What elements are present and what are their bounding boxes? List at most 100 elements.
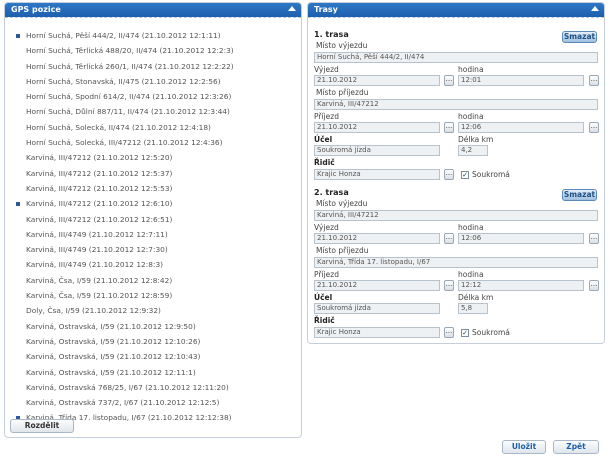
arrival-date-field[interactable]: 21.10.2012 xyxy=(314,280,440,291)
gps-position-text: Karviná, III/4749 (21.10.2012 12:8:3) xyxy=(26,260,164,270)
gps-position-item[interactable]: Horní Suchá, Důlní 887/11, II/474 (21.10… xyxy=(5,104,301,119)
departure-place-label: Místo výjezdu xyxy=(316,41,368,50)
purpose-field[interactable]: Soukromá jízda xyxy=(314,303,440,314)
gps-position-text: Horní Suchá, Spodní 614/2, II/474 (21.10… xyxy=(26,92,232,102)
driver-field[interactable]: Krajic Honza xyxy=(314,327,440,338)
gps-position-item[interactable]: Horní Suchá, Těrlická 260/1, II/474 (21.… xyxy=(5,59,301,74)
date-picker-button[interactable]: ... xyxy=(444,122,454,133)
gps-position-text: Karviná, III/47212 (21.10.2012 12:6:10) xyxy=(26,199,173,209)
purpose-field[interactable]: Soukromá jízda xyxy=(314,145,440,156)
arrival-date-field[interactable]: 21.10.2012 xyxy=(314,122,440,133)
arrival-place-label: Místo příjezdu xyxy=(316,88,369,97)
length-label: Délka km xyxy=(458,135,494,144)
gps-position-item[interactable]: Karviná, Ostravská, I/59 (21.10.2012 12:… xyxy=(5,334,301,349)
gps-position-item[interactable]: Horní Suchá, Solecká, III/47212 (21.10.2… xyxy=(5,135,301,150)
gps-position-item[interactable]: Doly, Čsa, I/59 (21.10.2012 12:9:32) xyxy=(5,303,301,318)
gps-position-text: Karviná, Ostravská 737/2, I/67 (21.10.20… xyxy=(26,398,220,408)
gps-panel-header: GPS pozice xyxy=(5,3,301,17)
route-title: 1. trasa xyxy=(314,30,349,39)
gps-position-item[interactable]: Karviná, III/47212 (21.10.2012 12:5:37) xyxy=(5,166,301,181)
purpose-label: Účel xyxy=(314,293,333,302)
departure-date-field[interactable]: 21.10.2012 xyxy=(314,75,440,86)
driver-picker-button[interactable]: ... xyxy=(444,327,454,338)
gps-position-item[interactable]: Karviná, III/4749 (21.10.2012 12:7:30) xyxy=(5,242,301,257)
gps-list: Horní Suchá, Pěší 444/2, II/474 (21.10.2… xyxy=(5,28,301,426)
driver-field[interactable]: Krajic Honza xyxy=(314,169,440,180)
gps-position-item[interactable]: Karviná, III/47212 (21.10.2012 12:6:51) xyxy=(5,212,301,227)
save-button[interactable]: Uložit xyxy=(502,440,546,454)
departure-label: Výjezd xyxy=(314,223,339,232)
gps-position-item[interactable]: Karviná, III/4749 (21.10.2012 12:7:11) xyxy=(5,227,301,242)
gps-position-text: Karviná, Čsa, I/59 (21.10.2012 12:8:59) xyxy=(26,291,173,301)
split-button[interactable]: Rozdělit xyxy=(10,419,74,433)
arrival-hour-field[interactable]: 12:06 xyxy=(458,122,584,133)
driver-label: Řidič xyxy=(314,158,335,167)
departure-hour-field[interactable]: 12:01 xyxy=(458,75,584,86)
gps-position-text: Karviná, Ostravská, I/59 (21.10.2012 12:… xyxy=(26,367,196,377)
gps-position-text: Karviná, Ostravská, I/59 (21.10.2012 12:… xyxy=(26,336,201,346)
delete-route-button[interactable]: Smazat xyxy=(562,189,597,201)
gps-position-item[interactable]: Karviná, Ostravská, I/59 (21.10.2012 12:… xyxy=(5,319,301,334)
gps-position-item[interactable]: Karviná, Ostravská, I/59 (21.10.2012 12:… xyxy=(5,349,301,364)
driver-picker-button[interactable]: ... xyxy=(444,169,454,180)
gps-position-item[interactable]: Karviná, III/47212 (21.10.2012 12:6:10) xyxy=(5,196,301,211)
collapse-icon[interactable] xyxy=(591,6,599,11)
departure-date-field[interactable]: 21.10.2012 xyxy=(314,233,440,244)
gps-position-text: Karviná, III/47212 (21.10.2012 12:5:53) xyxy=(26,183,173,193)
gps-position-item[interactable]: Horní Suchá, Spodní 614/2, II/474 (21.10… xyxy=(5,89,301,104)
departure-hour-field[interactable]: 12:06 xyxy=(458,233,584,244)
gps-position-item[interactable]: Karviná, Ostravská 737/2, I/67 (21.10.20… xyxy=(5,395,301,410)
arrival-hour-field[interactable]: 12:12 xyxy=(458,280,584,291)
time-picker-button[interactable]: ... xyxy=(589,75,599,86)
gps-position-item[interactable]: Karviná, Čsa, I/59 (21.10.2012 12:8:42) xyxy=(5,273,301,288)
date-picker-button[interactable]: ... xyxy=(444,75,454,86)
gps-position-text: Karviná, III/47212 (21.10.2012 12:5:37) xyxy=(26,168,173,178)
time-picker-button[interactable]: ... xyxy=(589,122,599,133)
arrival-label: Příjezd xyxy=(314,270,339,279)
gps-position-text: Horní Suchá, Solecká, III/47212 (21.10.2… xyxy=(26,138,223,148)
gps-position-item[interactable]: Horní Suchá, Pěší 444/2, II/474 (21.10.2… xyxy=(5,28,301,43)
gps-position-item[interactable]: Karviná, Ostravská 768/25, I/67 (21.10.2… xyxy=(5,380,301,395)
routes-panel-title: Trasy xyxy=(314,5,338,14)
gps-position-item[interactable]: Horní Suchá, Solecká, II/474 (21.10.2012… xyxy=(5,120,301,135)
gps-position-text: Karviná, III/47212 (21.10.2012 12:6:51) xyxy=(26,214,173,224)
gps-position-item[interactable]: Horní Suchá, Těrlická 488/20, II/474 (21… xyxy=(5,43,301,58)
route-1: 1. trasa Smazat Místo výjezdu Horní Such… xyxy=(314,28,599,188)
gps-position-text: Karviná, III/47212 (21.10.2012 12:5:20) xyxy=(26,153,173,163)
delete-route-button[interactable]: Smazat xyxy=(562,31,597,43)
purpose-label: Účel xyxy=(314,135,333,144)
back-button[interactable]: Zpět xyxy=(553,440,599,454)
private-label: Soukromá xyxy=(472,170,510,179)
arrival-place-field[interactable]: Karviná, III/47212 xyxy=(314,99,598,110)
private-checkbox[interactable]: ✓ xyxy=(461,329,469,337)
split-marker-icon xyxy=(16,202,20,207)
gps-panel: GPS pozice Horní Suchá, Pěší 444/2, II/4… xyxy=(4,2,302,438)
route-2: 2. trasa Smazat Místo výjezdu Karviná, I… xyxy=(314,186,599,346)
gps-position-text: Karviná, III/4749 (21.10.2012 12:7:11) xyxy=(26,229,168,239)
date-picker-button[interactable]: ... xyxy=(444,233,454,244)
gps-position-text: Karviná, Ostravská, I/59 (21.10.2012 12:… xyxy=(26,321,196,331)
date-picker-button[interactable]: ... xyxy=(444,280,454,291)
departure-place-field[interactable]: Horní Suchá, Pěší 444/2, II/474 xyxy=(314,52,598,63)
departure-place-field[interactable]: Karviná, III/47212 xyxy=(314,210,598,221)
collapse-icon[interactable] xyxy=(288,6,296,11)
gps-position-text: Karviná, III/4749 (21.10.2012 12:7:30) xyxy=(26,245,168,255)
gps-position-text: Karviná, Čsa, I/59 (21.10.2012 12:8:42) xyxy=(26,275,173,285)
arrival-place-field[interactable]: Karviná, Třída 17. listopadu, I/67 xyxy=(314,257,598,268)
gps-position-item[interactable]: Karviná, III/47212 (21.10.2012 12:5:53) xyxy=(5,181,301,196)
gps-position-item[interactable]: Karviná, Ostravská, I/59 (21.10.2012 12:… xyxy=(5,365,301,380)
gps-position-item[interactable]: Karviná, III/4749 (21.10.2012 12:8:3) xyxy=(5,257,301,272)
length-field[interactable]: 5,8 xyxy=(458,303,488,314)
gps-position-text: Horní Suchá, Těrlická 260/1, II/474 (21.… xyxy=(26,61,234,71)
departure-hour-label: hodina xyxy=(458,65,484,74)
gps-position-item[interactable]: Horní Suchá, Stonavská, II/475 (21.10.20… xyxy=(5,74,301,89)
gps-panel-body: Horní Suchá, Pěší 444/2, II/474 (21.10.2… xyxy=(5,17,301,437)
gps-position-text: Karviná, Ostravská 768/25, I/67 (21.10.2… xyxy=(26,382,229,392)
gps-position-item[interactable]: Karviná, Čsa, I/59 (21.10.2012 12:8:59) xyxy=(5,288,301,303)
gps-position-item[interactable]: Karviná, III/47212 (21.10.2012 12:5:20) xyxy=(5,150,301,165)
private-checkbox[interactable]: ✓ xyxy=(461,171,469,179)
length-field[interactable]: 4,2 xyxy=(458,145,488,156)
time-picker-button[interactable]: ... xyxy=(589,233,599,244)
gps-position-text: Karviná, Ostravská, I/59 (21.10.2012 12:… xyxy=(26,352,201,362)
time-picker-button[interactable]: ... xyxy=(589,280,599,291)
